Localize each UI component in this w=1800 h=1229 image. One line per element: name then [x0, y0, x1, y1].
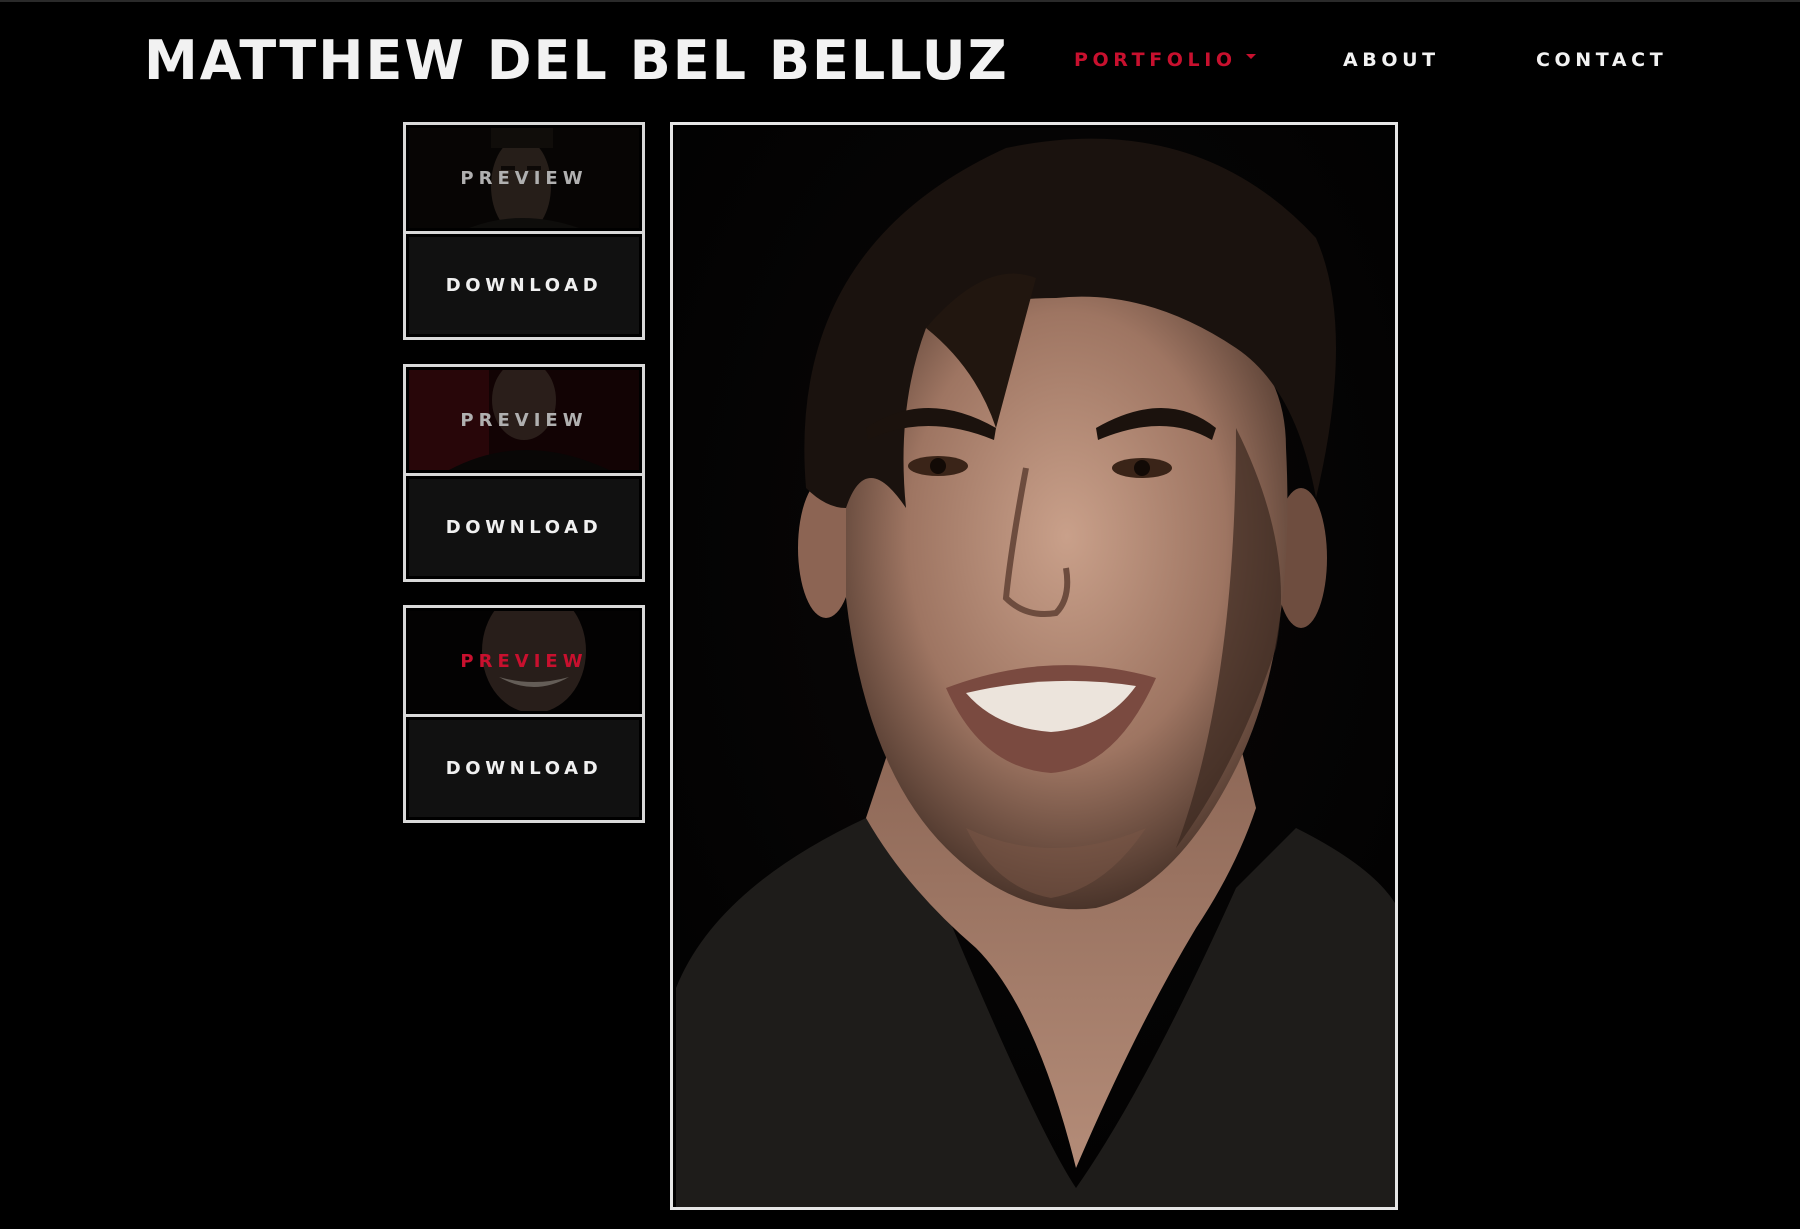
- card-divider: [406, 231, 642, 234]
- nav-about[interactable]: ABOUT: [1343, 46, 1440, 74]
- download-button-3[interactable]: DOWNLOAD: [409, 720, 639, 817]
- headshot-card-3: PREVIEW DOWNLOAD: [403, 605, 645, 823]
- nav-contact[interactable]: CONTACT: [1536, 46, 1667, 74]
- nav-portfolio[interactable]: PORTFOLIO: [1074, 46, 1256, 74]
- nav-portfolio-label: PORTFOLIO: [1074, 49, 1237, 71]
- preview-label-1: PREVIEW: [460, 167, 588, 189]
- headshot-card-1: PREVIEW DOWNLOAD: [403, 122, 645, 340]
- download-button-2[interactable]: DOWNLOAD: [409, 479, 639, 576]
- preview-label-2: PREVIEW: [460, 409, 588, 431]
- top-border: [0, 0, 1800, 2]
- preview-button-3[interactable]: PREVIEW: [409, 611, 639, 711]
- caret-down-icon: [1245, 54, 1256, 59]
- download-button-1[interactable]: DOWNLOAD: [409, 237, 639, 334]
- card-divider: [406, 714, 642, 717]
- site-title[interactable]: MATTHEW DEL BEL BELLUZ: [144, 28, 1009, 94]
- preview-button-1[interactable]: PREVIEW: [409, 128, 639, 228]
- preview-button-2[interactable]: PREVIEW: [409, 370, 639, 470]
- main-headshot: [670, 122, 1398, 1210]
- card-divider: [406, 473, 642, 476]
- preview-label-3: PREVIEW: [460, 650, 588, 672]
- headshot-image: [676, 128, 1395, 1207]
- headshot-card-2: PREVIEW DOWNLOAD: [403, 364, 645, 582]
